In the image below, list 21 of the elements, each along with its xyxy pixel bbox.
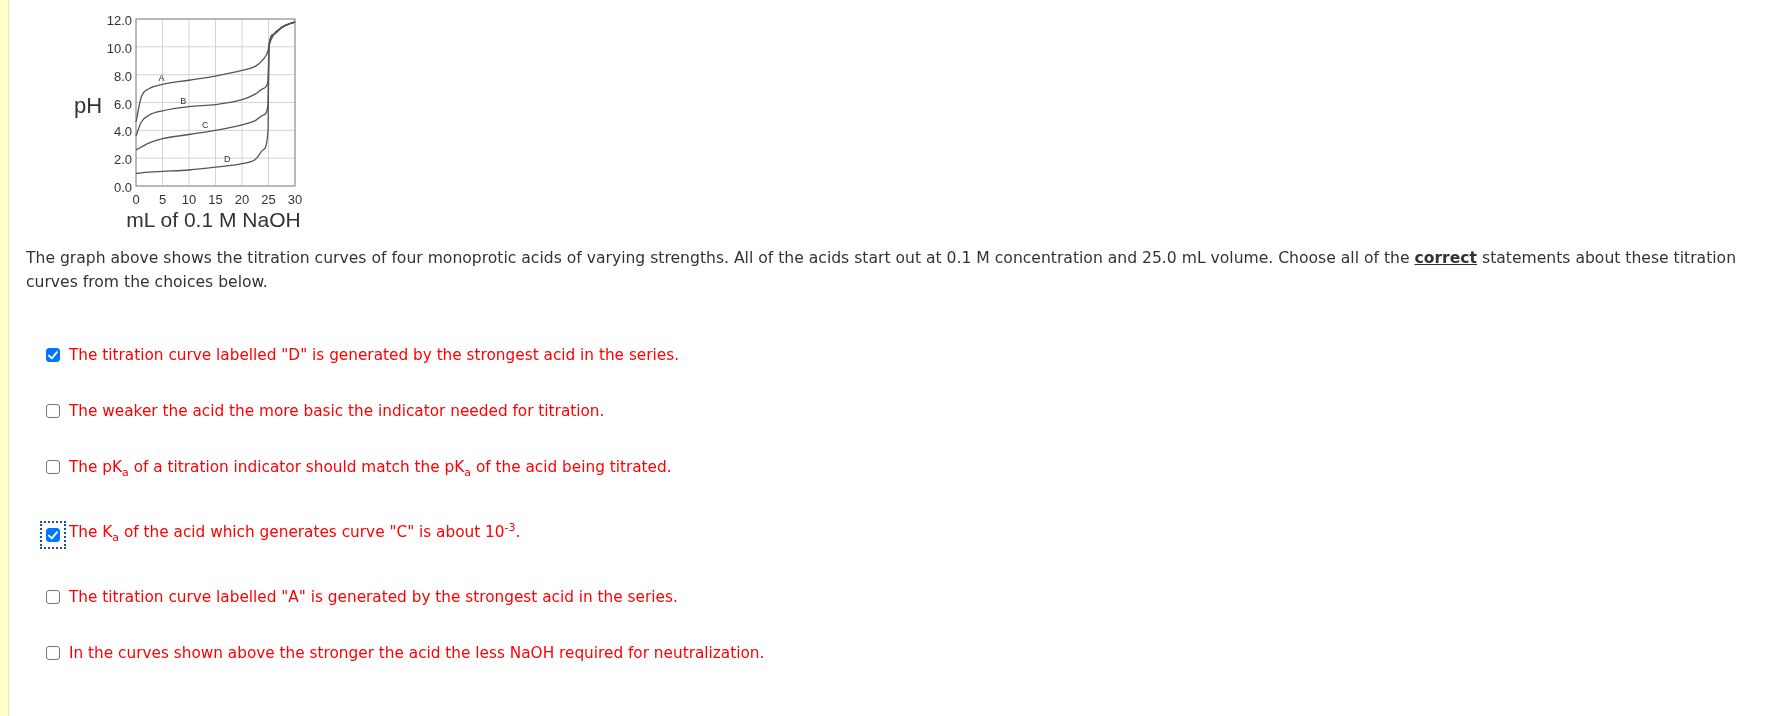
tick-label: 0 [132, 192, 140, 207]
axis-title: pH [74, 93, 103, 118]
tick-label: 0.0 [113, 180, 132, 195]
curve-label: B [180, 95, 187, 106]
tick-label: 25 [261, 192, 276, 207]
tick-label: 15 [208, 192, 223, 207]
question-text: The graph above shows the titration curves of four monoprotic acids of varying strengths. All of the acids start out at 0.1 M concentration and 25.0 mL volume. Choose all of the correct statements about these titration curves from the choices below. [26, 248, 1737, 293]
tick-label: 2.0 [113, 152, 132, 168]
tick-label: 10 [181, 192, 197, 207]
tick-label: 30 [287, 192, 303, 207]
axis-title: mL of 0.1 M NaOH [126, 208, 301, 231]
tick-label: 10.0 [106, 40, 132, 56]
tick-label: 4.0 [113, 124, 132, 140]
curve-label: A [158, 72, 165, 83]
tick-label: 12.0 [106, 13, 132, 28]
tick-label: 20 [234, 192, 250, 207]
tick-label: 8.0 [113, 68, 132, 84]
tick-label: 5 [158, 192, 167, 207]
tick-label: 6.0 [113, 96, 132, 112]
curve-label: C [202, 119, 209, 130]
curve-label: D [224, 153, 231, 164]
